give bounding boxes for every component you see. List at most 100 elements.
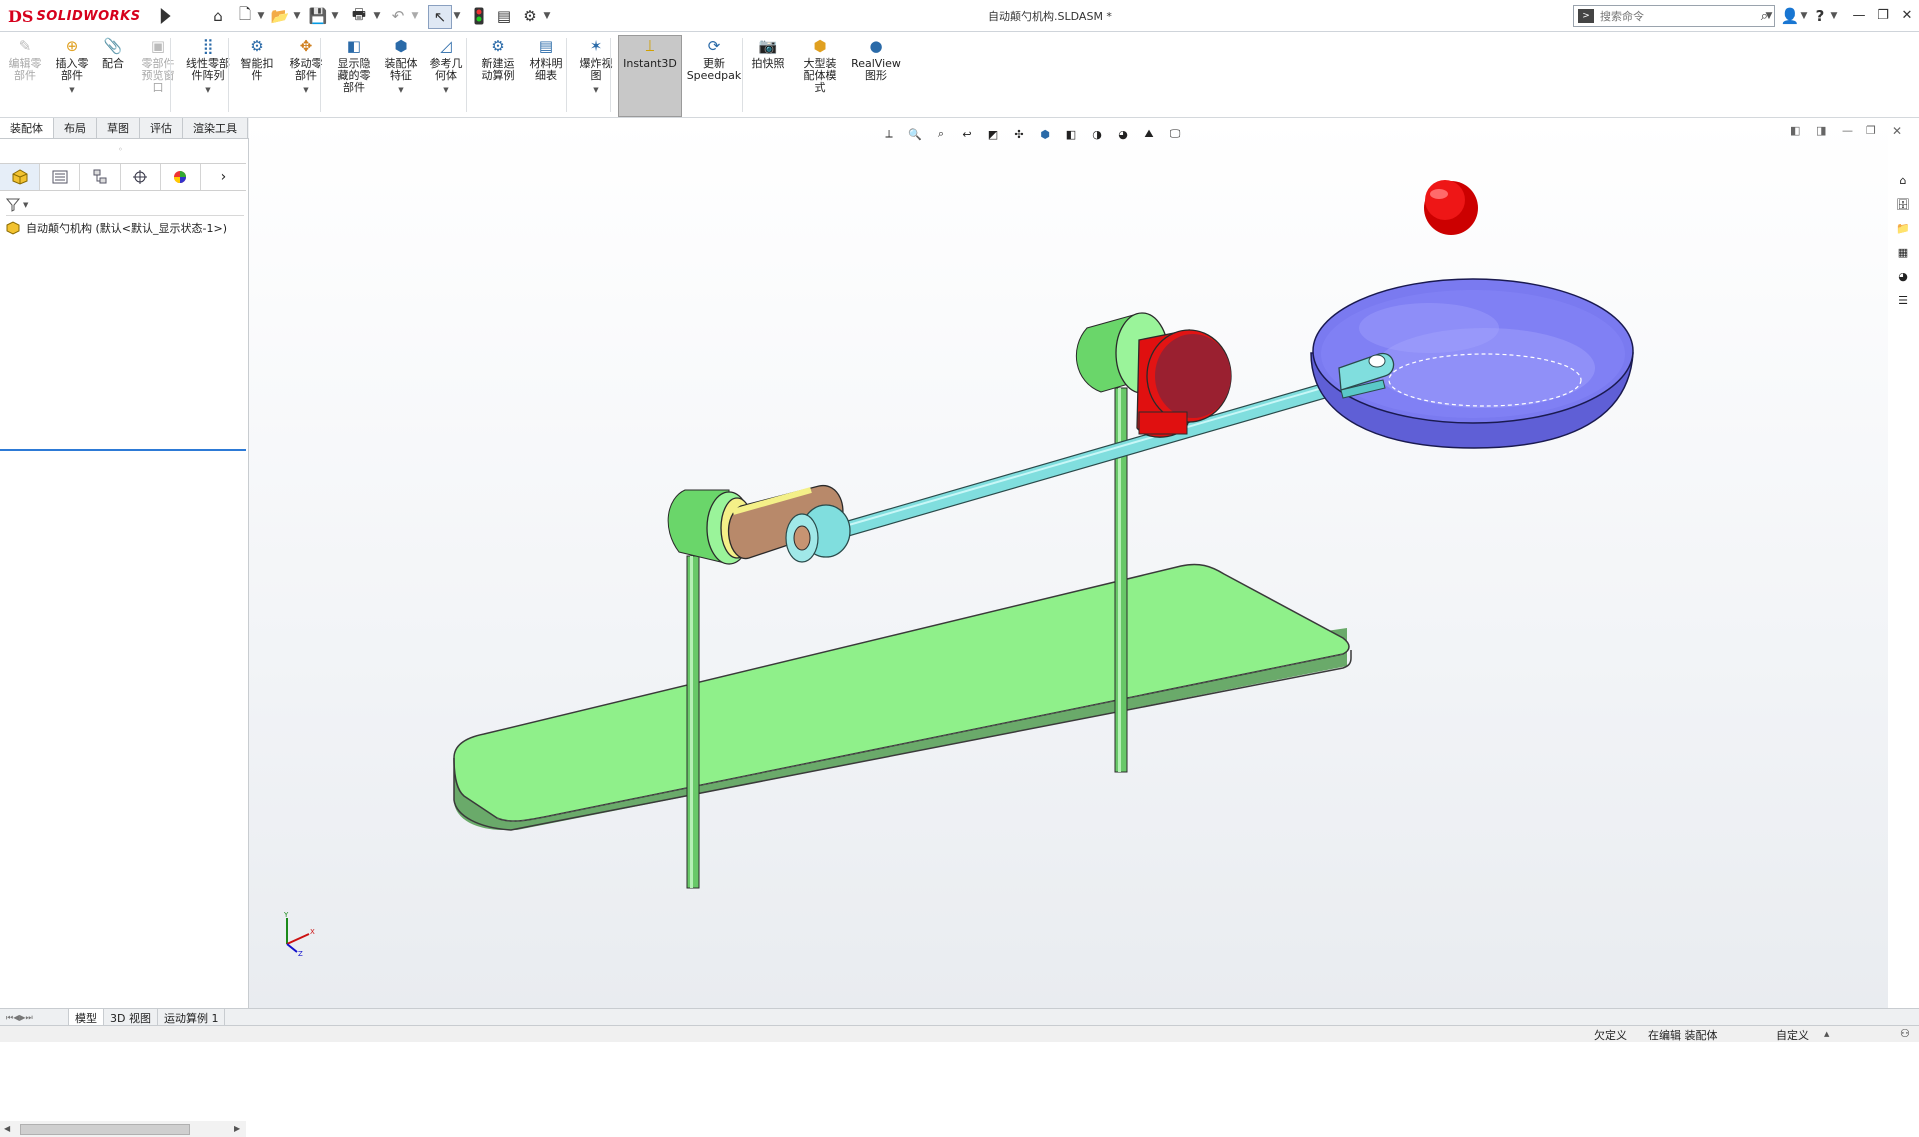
instant3d-button[interactable]: ⟘ Instant3D: [620, 36, 680, 70]
scrollbar-thumb[interactable]: [20, 1124, 190, 1135]
display-style-icon[interactable]: ◧: [1062, 126, 1080, 142]
viewport-left-icon[interactable]: ◧: [1790, 124, 1800, 137]
hide-show-items-icon[interactable]: ◑: [1088, 126, 1106, 142]
scroll-right-icon[interactable]: ▶: [234, 1124, 240, 1133]
print-dropdown-icon[interactable]: ▼: [372, 5, 382, 27]
tab-scroll-icon[interactable]: ⏮◀▶⏭: [6, 1013, 33, 1023]
units-dropdown-icon[interactable]: ▲: [1824, 1030, 1829, 1038]
panel-more-tabs-icon[interactable]: ›: [201, 164, 246, 190]
search-input[interactable]: [1598, 8, 1742, 24]
command-search-box[interactable]: > ⌕: [1573, 5, 1775, 27]
home-icon[interactable]: ⌂: [208, 5, 228, 27]
move-component-dropdown-icon[interactable]: ▼: [303, 84, 308, 96]
mate-button[interactable]: 📎 配合: [98, 36, 128, 70]
realview-graphics-button[interactable]: ● RealView 图形: [844, 36, 908, 82]
ball[interactable]: [1424, 180, 1478, 235]
new-motion-study-button[interactable]: ⚙ 新建运 动算例: [474, 36, 522, 82]
file-explorer-icon[interactable]: 📁: [1892, 218, 1914, 238]
zoom-to-fit-icon[interactable]: 🔍: [906, 126, 924, 142]
tab-3[interactable]: 评估: [140, 118, 183, 138]
tab-2[interactable]: 草图: [97, 118, 140, 138]
update-speedpak-button[interactable]: ⟳ 更新 Speedpak: [686, 36, 742, 82]
dynamic-annotation-icon[interactable]: ✣: [1010, 126, 1028, 142]
move-component-button[interactable]: ✥ 移动零 部件 ▼: [284, 36, 328, 96]
restore-window-icon[interactable]: ❐: [1870, 5, 1896, 25]
panel-grip-icon[interactable]: ◦: [118, 145, 123, 154]
reference-geometry-button[interactable]: ◿ 参考几 何体 ▼: [426, 36, 466, 96]
view-orientation-cube-icon[interactable]: ⬢: [1036, 126, 1054, 142]
panel-horizontal-scrollbar[interactable]: ◀ ▶: [0, 1121, 246, 1137]
account-dropdown-icon[interactable]: ▼: [1800, 5, 1808, 27]
connecting-rod[interactable]: [788, 375, 1354, 553]
help-icon[interactable]: ?: [1812, 5, 1828, 27]
open-dropdown-icon[interactable]: ▼: [292, 5, 302, 27]
exploded-view-dropdown-icon[interactable]: ▼: [593, 84, 598, 96]
custom-properties-icon[interactable]: ☰: [1892, 290, 1914, 310]
filter-dropdown-icon[interactable]: ▼: [23, 201, 28, 209]
options-gear-icon[interactable]: ⚙: [520, 5, 540, 27]
scroll-left-icon[interactable]: ◀: [4, 1124, 10, 1133]
feature-manager-tab-icon[interactable]: [0, 164, 41, 190]
edit-component-button[interactable]: ✎ 编辑零 部件: [8, 36, 42, 82]
bottom-tab-2[interactable]: 运动算例 1: [158, 1009, 226, 1026]
bill-of-materials-button[interactable]: ▤ 材料明 细表: [524, 36, 568, 82]
apply-scene-icon[interactable]: ⛰: [1140, 126, 1158, 142]
save-icon[interactable]: 💾: [308, 5, 328, 27]
previous-view-icon[interactable]: ↩: [958, 126, 976, 142]
insert-components-button[interactable]: ⊕ 插入零 部件 ▼: [52, 36, 92, 96]
zoom-to-area-icon[interactable]: ⌕: [932, 126, 950, 142]
undo-icon[interactable]: ↶: [388, 5, 408, 27]
assembly-model[interactable]: [249, 118, 1888, 1008]
take-snapshot-button[interactable]: 📷 拍快照: [748, 36, 788, 70]
assembly-features-dropdown-icon[interactable]: ▼: [398, 84, 403, 96]
solidworks-resources-icon[interactable]: ⌂: [1892, 170, 1914, 190]
select-dropdown-icon[interactable]: ▼: [452, 5, 462, 27]
minimize-window-icon[interactable]: —: [1846, 5, 1872, 25]
configuration-manager-tab-icon[interactable]: [80, 164, 121, 190]
show-hidden-components-button[interactable]: ◧ 显示隐 藏的零 部件: [332, 36, 376, 94]
rebuild-traffic-light-icon[interactable]: [472, 5, 486, 27]
support-post-left[interactable]: [686, 555, 700, 889]
bottom-tab-1[interactable]: 3D 视图: [104, 1009, 158, 1026]
select-pointer-icon[interactable]: ↖: [428, 5, 452, 29]
open-folder-icon[interactable]: 📂: [270, 5, 290, 27]
new-dropdown-icon[interactable]: ▼: [256, 5, 266, 27]
tree-filter[interactable]: ▼: [6, 195, 244, 216]
view-orientation-icon[interactable]: ⟂: [880, 126, 898, 142]
edit-appearance-icon[interactable]: ◕: [1114, 126, 1132, 142]
tab-1[interactable]: 布局: [54, 118, 97, 138]
file-properties-icon[interactable]: ▤: [494, 5, 514, 27]
graphics-area[interactable]: Y X Z: [249, 118, 1888, 1008]
tab-scroll-buttons[interactable]: ⏮◀▶⏭: [0, 1009, 69, 1026]
solidworks-logo[interactable]: DS SOLIDWORKS: [8, 5, 156, 27]
design-library-icon[interactable]: 🗄: [1892, 194, 1914, 214]
view-settings-icon[interactable]: 🖵: [1166, 126, 1184, 142]
tab-4[interactable]: 渲染工具: [183, 118, 248, 138]
dimxpert-manager-tab-icon[interactable]: [121, 164, 161, 190]
close-window-icon[interactable]: ✕: [1894, 5, 1919, 25]
viewport-minimize-icon[interactable]: —: [1842, 124, 1853, 137]
component-preview-window-button[interactable]: ▣ 零部件 预览窗 口: [138, 36, 178, 94]
viewport-close-icon[interactable]: ✕: [1892, 124, 1902, 138]
filter-icon[interactable]: [6, 198, 22, 212]
reference-geometry-dropdown-icon[interactable]: ▼: [443, 84, 448, 96]
assembly-features-button[interactable]: ⬢ 装配体 特征 ▼: [380, 36, 422, 96]
rollback-bar[interactable]: [0, 449, 246, 451]
save-dropdown-icon[interactable]: ▼: [330, 5, 340, 27]
new-document-icon[interactable]: 🗋: [236, 5, 254, 27]
tab-0[interactable]: 装配体: [0, 118, 54, 138]
base-plate[interactable]: [453, 563, 1352, 831]
status-notification-icon[interactable]: ⚇: [1900, 1027, 1910, 1040]
search-dropdown-icon[interactable]: ▼: [1764, 5, 1774, 27]
options-dropdown-icon[interactable]: ▼: [542, 5, 552, 27]
print-icon[interactable]: 🖶: [348, 5, 370, 27]
help-dropdown-icon[interactable]: ▼: [1830, 5, 1838, 27]
large-assembly-mode-button[interactable]: ⬢ 大型装 配体模 式: [796, 36, 844, 94]
viewport-right-icon[interactable]: ◨: [1816, 124, 1826, 137]
linear-pattern-dropdown-icon[interactable]: ▼: [205, 84, 210, 96]
appearances-icon[interactable]: ◕: [1892, 266, 1914, 286]
undo-dropdown-icon[interactable]: ▼: [410, 5, 420, 27]
view-palette-icon[interactable]: ▦: [1892, 242, 1914, 262]
insert-components-dropdown-icon[interactable]: ▼: [69, 84, 74, 96]
bottom-tab-0[interactable]: 模型: [69, 1009, 104, 1026]
